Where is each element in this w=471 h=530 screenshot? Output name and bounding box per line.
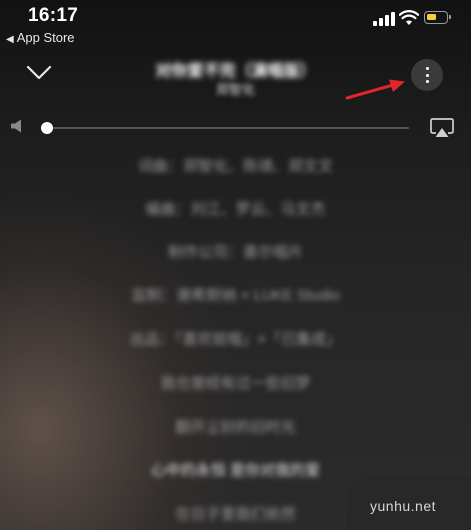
watermark-text: yunhu.net — [370, 498, 436, 514]
credit-line: 监制：谢希默纳 × LUKE Studio — [131, 287, 340, 304]
battery-level — [427, 14, 436, 20]
back-label: App Store — [16, 30, 75, 45]
airplay-icon[interactable] — [430, 118, 454, 138]
lyric-line[interactable]: 我也曾经有过一些旧梦 — [0, 372, 471, 393]
credit-line: 出品：「喜欢就唱」×「已集成」 — [129, 331, 342, 348]
speaker-icon — [11, 119, 21, 133]
volume-slider-knob[interactable] — [41, 122, 53, 134]
back-to-app-store-link[interactable]: ◀ App Store — [6, 30, 75, 45]
status-bar: 16:17 — [0, 0, 471, 30]
credit-line: 制作公司：喜尔唱片 — [167, 244, 303, 261]
battery-icon — [424, 11, 451, 24]
status-time: 16:17 — [28, 5, 79, 26]
wifi-icon — [399, 10, 419, 25]
annotation-arrow-icon — [345, 79, 405, 100]
back-triangle-icon: ◀ — [6, 34, 14, 45]
more-vertical-icon — [425, 67, 429, 70]
cellular-signal-icon — [373, 12, 395, 26]
watermark: yunhu.net — [346, 477, 471, 530]
volume-slider[interactable] — [47, 127, 409, 129]
lyric-line[interactable]: 翻开尘封的旧时光 — [0, 416, 471, 437]
credit-line: 词曲：郑智化、陈靖、郑文文 — [137, 158, 333, 175]
credit-line: 编曲：刘江、罗云、马文杰 — [145, 201, 326, 218]
more-options-button[interactable] — [411, 59, 443, 91]
